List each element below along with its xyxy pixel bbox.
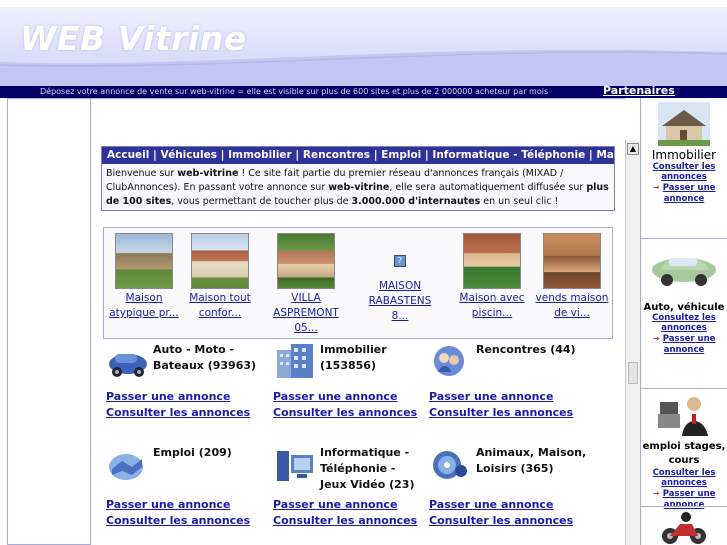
browse-ads-link[interactable]: Consulter les annonces (429, 514, 573, 528)
vertical-scrollbar[interactable]: ▲ (625, 140, 640, 545)
listing-photo[interactable] (277, 233, 335, 289)
scroll-up-arrow-icon[interactable]: ▲ (627, 143, 639, 155)
tagline-bar: Déposez votre annonce de vente sur web-v… (0, 85, 727, 98)
motorcycle-photo-icon[interactable] (660, 510, 708, 545)
listing-item[interactable]: ? MAISON RABASTENS 8... (360, 233, 440, 324)
post-ad-link[interactable]: Passer une annonce (429, 390, 553, 404)
sidebar-title[interactable]: Auto, véhicule (641, 302, 727, 313)
post-ad-link[interactable]: Passer une annonce (273, 390, 397, 404)
browse-ads-link[interactable]: Consulter les annonces (106, 406, 250, 420)
sidebar-divider (641, 506, 727, 507)
site-title[interactable]: WEB Vitrine (20, 19, 247, 58)
sidebar-section-auto: Auto, véhicule Consultez les annonces → … (641, 238, 727, 355)
navigation-box: Accueil | Véhicules | Immobilier | Renco… (101, 146, 694, 211)
site-header: WEB Vitrine (0, 0, 727, 93)
car-icon[interactable] (106, 342, 150, 380)
nav-item-accueil[interactable]: Accueil (107, 149, 149, 161)
listing-photo[interactable] (115, 233, 173, 289)
nav-item-vehicules[interactable]: Véhicules (161, 149, 217, 161)
listing-photo[interactable] (463, 233, 521, 289)
listing-item[interactable]: VILLA ASPREMONT 05... (266, 233, 346, 336)
computer-icon[interactable] (273, 445, 317, 483)
nav-item-emploi[interactable]: Emploi (381, 149, 421, 161)
sidebar-title[interactable]: emploi stages, cours (641, 440, 727, 468)
sidebar-title[interactable]: Immobilier (641, 148, 727, 162)
tagline: Déposez votre annonce de vente sur web-v… (40, 87, 549, 96)
listing-photo[interactable] (191, 233, 249, 289)
category-title[interactable]: Emploi (209) (153, 445, 263, 461)
listing-photo[interactable] (543, 233, 601, 289)
red-arrow-icon: → (652, 489, 660, 498)
house-photo-icon[interactable] (658, 102, 710, 146)
sidebar-section-moto (641, 506, 727, 545)
sidebar-browse-link[interactable]: Consultez les annonces (641, 313, 727, 333)
red-arrow-icon: → (652, 334, 660, 343)
sidebar-section-immobilier: Immobilier Consulter les annonces → Pass… (641, 102, 727, 204)
businessman-photo-icon[interactable] (656, 392, 712, 436)
red-arrow-icon: → (652, 183, 660, 192)
sidebar-browse-link[interactable]: Consulter les annonces (641, 162, 727, 182)
category-title[interactable]: Immobilier (153856) (320, 342, 420, 374)
category-title[interactable]: Animaux, Maison, Loisirs (365) (476, 445, 616, 477)
category-title[interactable]: Informatique - Téléphonie - Jeux Vidéo (… (320, 445, 424, 493)
listing-caption[interactable]: vends maison de vi... (532, 291, 612, 321)
couple-icon[interactable] (429, 342, 473, 380)
sidebar-divider (641, 238, 727, 239)
listing-item[interactable]: Maison avec piscin... (452, 233, 532, 321)
post-ad-link[interactable]: Passer une annonce (106, 498, 230, 512)
welcome-text: Bienvenue sur web-vitrine ! Ce site fait… (106, 168, 609, 207)
browse-ads-link[interactable]: Consulter les annonces (429, 406, 573, 420)
post-ad-link[interactable]: Passer une annonce (273, 498, 397, 512)
listing-item[interactable]: vends maison de vi... (532, 233, 612, 321)
listing-caption[interactable]: Maison atypique pr... (104, 291, 184, 321)
building-icon[interactable] (273, 342, 317, 380)
listing-caption[interactable]: Maison tout confor... (180, 291, 260, 321)
listing-caption[interactable]: MAISON RABASTENS 8... (360, 279, 440, 324)
sidebar-section-emploi: emploi stages, cours Consulter les annon… (641, 388, 727, 510)
handshake-icon[interactable] (106, 445, 150, 483)
category-nav: Accueil | Véhicules | Immobilier | Renco… (102, 147, 694, 164)
cd-icon[interactable] (429, 445, 473, 483)
right-sidebar: Immobilier Consulter les annonces → Pass… (640, 98, 727, 545)
scroll-thumb[interactable] (628, 362, 638, 384)
sidebar-post-link[interactable]: Passer une annonce (663, 334, 716, 355)
listing-thumbnails: Maison atypique pr... Maison tout confor… (103, 227, 613, 339)
listing-caption[interactable]: Maison avec piscin... (452, 291, 532, 321)
category-title[interactable]: Rencontres (44) (476, 342, 596, 358)
browse-ads-link[interactable]: Consulter les annonces (106, 514, 250, 528)
missing-image-icon[interactable]: ? (394, 255, 406, 267)
nav-item-rencontres[interactable]: Rencontres (303, 149, 370, 161)
listing-item[interactable]: Maison atypique pr... (104, 233, 184, 321)
post-ad-link[interactable]: Passer une annonce (429, 498, 553, 512)
nav-item-immobilier[interactable]: Immobilier (228, 149, 292, 161)
category-title[interactable]: Auto - Moto - Bateaux (93963) (153, 342, 273, 374)
sidebar-post-link[interactable]: Passer une annonce (663, 183, 716, 204)
car-photo-icon[interactable] (649, 244, 719, 288)
listing-caption[interactable]: VILLA ASPREMONT 05... (266, 291, 346, 336)
partners-link[interactable]: Partenaires (603, 85, 675, 97)
left-frame (7, 98, 91, 545)
post-ad-link[interactable]: Passer une annonce (106, 390, 230, 404)
nav-item-informatique[interactable]: Informatique - Téléphonie (432, 149, 585, 161)
browse-ads-link[interactable]: Consulter les annonces (273, 406, 417, 420)
browse-ads-link[interactable]: Consulter les annonces (273, 514, 417, 528)
sidebar-browse-link[interactable]: Consulter les annonces (641, 468, 727, 488)
listing-item[interactable]: Maison tout confor... (180, 233, 260, 321)
sidebar-divider (641, 388, 727, 389)
